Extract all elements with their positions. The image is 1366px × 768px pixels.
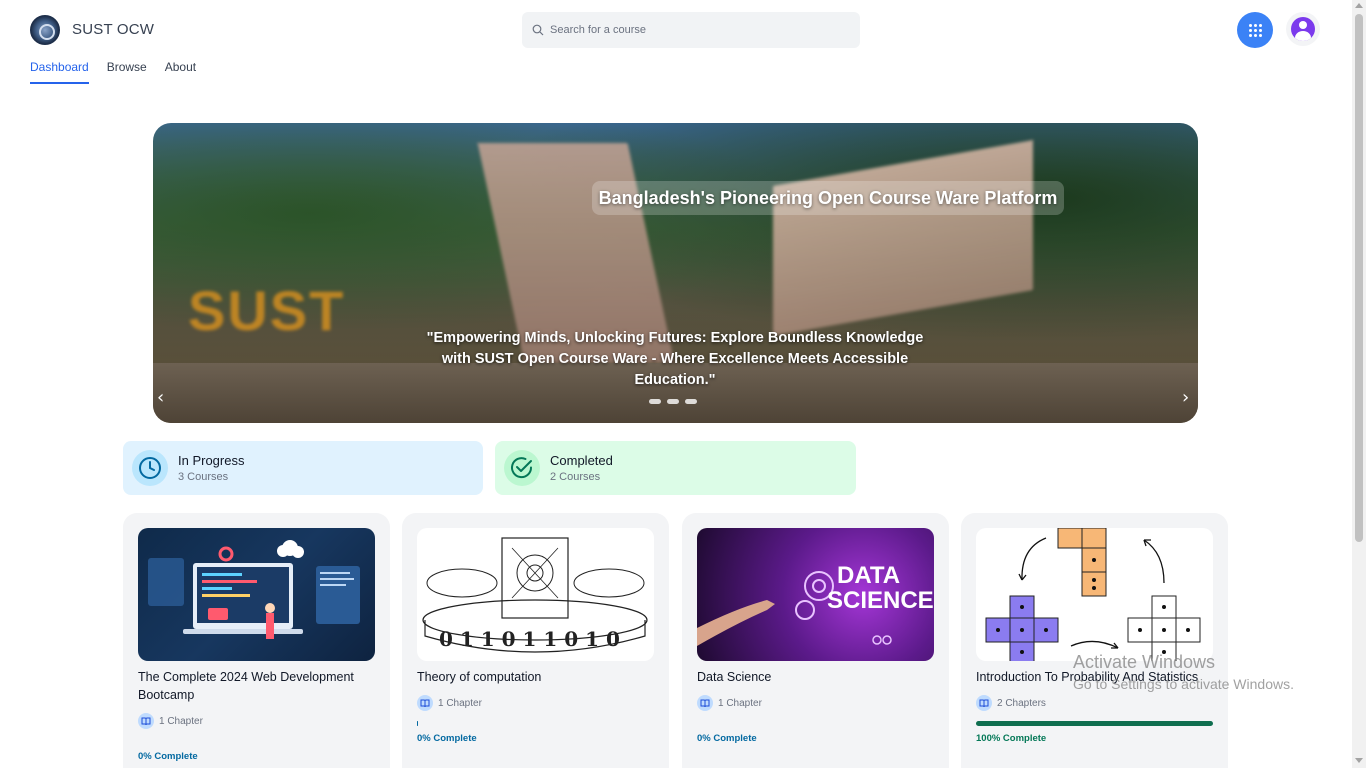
course-thumbnail-datascience: DATA SCIENCE: [697, 528, 934, 661]
page-scrollbar[interactable]: [1352, 0, 1366, 768]
user-icon: [1291, 17, 1315, 41]
hero-title: Bangladesh's Pioneering Open Course Ware…: [592, 181, 1064, 215]
course-thumbnail-webdev: [138, 528, 375, 661]
course-title[interactable]: The Complete 2024 Web Development Bootca…: [138, 668, 375, 704]
course-title[interactable]: Theory of computation: [417, 668, 654, 686]
datascience-image-text-2: SCIENCE: [827, 587, 934, 614]
in-progress-card[interactable]: In Progress 3 Courses: [123, 441, 483, 495]
top-header: SUST OCW Dashboard Browse About: [0, 0, 1352, 90]
carousel-dot-1[interactable]: [649, 399, 661, 404]
hero-carousel: SUST Bangladesh's Pioneering Open Course…: [153, 123, 1198, 423]
check-circle-icon: [504, 450, 540, 486]
search-input[interactable]: [550, 24, 840, 36]
course-card[interactable]: DATA SCIENCE Data Science 1 Chapter 0% C…: [682, 513, 949, 768]
svg-text:0 1 1 0 1 1 0 1 0: 0 1 1 0 1 1 0 1 0: [439, 627, 620, 651]
hero-quote: "Empowering Minds, Unlocking Futures: Ex…: [426, 330, 924, 388]
chapter-count-label: 1 Chapter: [159, 715, 203, 727]
scroll-down-arrow-icon[interactable]: [1355, 758, 1363, 763]
progress-bar: [417, 721, 654, 726]
chevron-right-icon[interactable]: ›: [1182, 389, 1196, 407]
chapter-count-label: 1 Chapter: [438, 697, 482, 709]
carousel-dot-3[interactable]: [685, 399, 697, 404]
sust-logo[interactable]: [30, 15, 60, 45]
course-card[interactable]: The Complete 2024 Web Development Bootca…: [123, 513, 390, 768]
in-progress-title: In Progress: [178, 453, 245, 468]
progress-label: 0% Complete: [138, 751, 198, 762]
dashboard-page: SUST OCW Dashboard Browse About SUST Ban…: [0, 0, 1366, 768]
chevron-left-icon[interactable]: ‹: [157, 389, 171, 407]
completed-card[interactable]: Completed 2 Courses: [495, 441, 856, 495]
chapter-count-label: 2 Chapters: [997, 697, 1046, 709]
user-avatar-button[interactable]: [1286, 12, 1320, 46]
book-icon: [417, 695, 433, 711]
course-title[interactable]: Data Science: [697, 668, 934, 686]
nav-about[interactable]: About: [165, 60, 196, 84]
progress-label: 0% Complete: [697, 733, 757, 744]
book-icon: [976, 695, 992, 711]
completed-text: Completed 2 Courses: [550, 453, 613, 483]
search-bar[interactable]: [522, 12, 860, 48]
nav-browse[interactable]: Browse: [107, 60, 147, 84]
book-icon: [138, 713, 154, 729]
hero-bg-building-right: [773, 140, 1033, 336]
progress-fill: [417, 721, 419, 726]
main-nav: Dashboard Browse About: [30, 60, 196, 84]
clock-icon: [132, 450, 168, 486]
scroll-up-arrow-icon[interactable]: [1355, 3, 1363, 8]
progress-label: 100% Complete: [976, 733, 1047, 744]
apps-menu-button[interactable]: [1237, 12, 1273, 48]
course-thumbnail-probability: [976, 528, 1213, 661]
progress-bar: [976, 721, 1213, 726]
book-icon: [697, 695, 713, 711]
nav-dashboard[interactable]: Dashboard: [30, 60, 89, 84]
search-icon: [532, 24, 544, 36]
chapter-count: 1 Chapter: [138, 713, 203, 729]
carousel-dot-2[interactable]: [667, 399, 679, 404]
in-progress-text: In Progress 3 Courses: [178, 453, 244, 483]
in-progress-count: 3 Courses: [178, 471, 229, 483]
course-thumbnail-toc: 0 1 1 0 1 1 0 1 0: [417, 528, 654, 661]
course-card[interactable]: Introduction To Probability And Statisti…: [961, 513, 1228, 768]
progress-label: 0% Complete: [417, 733, 477, 744]
course-title[interactable]: Introduction To Probability And Statisti…: [976, 668, 1213, 686]
completed-title: Completed: [550, 453, 613, 468]
chapter-count: 2 Chapters: [976, 695, 1046, 711]
hero-bg-sign: SUST: [188, 279, 346, 342]
chapter-count: 1 Chapter: [697, 695, 762, 711]
chapter-count-label: 1 Chapter: [718, 697, 762, 709]
brand-name[interactable]: SUST OCW: [72, 21, 154, 38]
datascience-image-text-1: DATA: [837, 562, 900, 589]
completed-count: 2 Courses: [550, 471, 601, 483]
progress-fill: [976, 721, 1213, 726]
course-card[interactable]: 0 1 1 0 1 1 0 1 0 Theory of computation …: [402, 513, 669, 768]
grid-icon: [1248, 23, 1262, 37]
scrollbar-thumb[interactable]: [1355, 14, 1363, 542]
carousel-indicators: [649, 399, 697, 404]
chapter-count: 1 Chapter: [417, 695, 482, 711]
